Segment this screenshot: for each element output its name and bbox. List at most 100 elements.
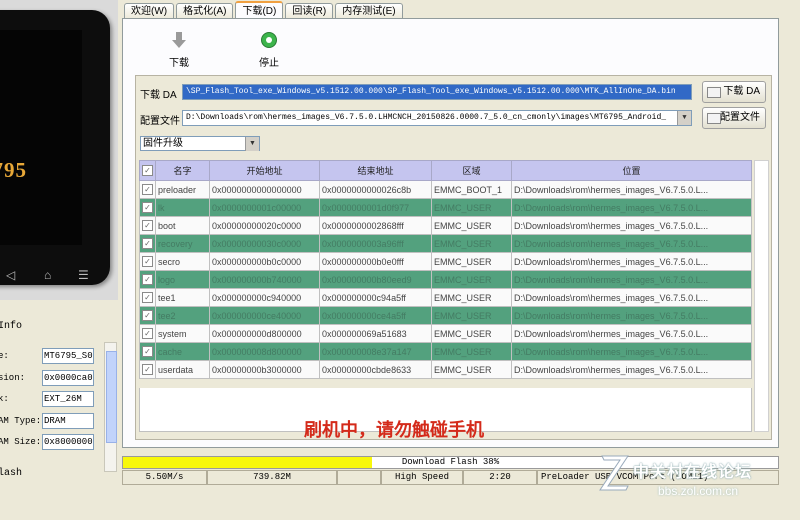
row-checkbox-cell[interactable]: ✓: [139, 198, 156, 217]
column-header[interactable]: 位置: [511, 160, 752, 181]
stop-button[interactable]: 停止: [255, 31, 283, 69]
row-checkbox-cell[interactable]: ✓: [139, 324, 156, 343]
checkbox[interactable]: ✓: [142, 256, 153, 267]
table-scrollbar[interactable]: [754, 160, 769, 432]
scatter-file-dropdown[interactable]: D:\Downloads\rom\hermes_images_V6.7.5.0.…: [182, 110, 692, 126]
status-blank: [337, 470, 381, 485]
phone-image: T6795 ◁ ⌂ ☰: [0, 10, 110, 285]
table-row[interactable]: ✓ preloader 0x0000000000000000 0x0000000…: [139, 180, 752, 199]
partition-name: boot: [155, 216, 210, 235]
row-checkbox-cell[interactable]: ✓: [139, 342, 156, 361]
watermark-text: 中关村在线论坛: [633, 464, 753, 481]
tab-memory-test[interactable]: 内存测试(E): [335, 3, 403, 19]
start-address: 0x00000000020c0000: [209, 216, 320, 235]
location[interactable]: D:\Downloads\rom\hermes_images_V6.7.5.0.…: [511, 216, 752, 235]
phone-chip-label: T6795: [0, 158, 28, 182]
tab-format[interactable]: 格式化(A): [176, 3, 234, 19]
device-info-panel: Info e: MT6795_S00 sion: 0x0000ca00 k: E…: [0, 312, 118, 520]
region: EMMC_USER: [431, 324, 512, 343]
checkbox[interactable]: ✓: [142, 165, 153, 176]
location[interactable]: D:\Downloads\rom\hermes_images_V6.7.5.0.…: [511, 324, 752, 343]
region: EMMC_USER: [431, 252, 512, 271]
location[interactable]: D:\Downloads\rom\hermes_images_V6.7.5.0.…: [511, 198, 752, 217]
folder-icon: [707, 87, 721, 98]
location[interactable]: D:\Downloads\rom\hermes_images_V6.7.5.0.…: [511, 180, 752, 199]
scatter-file-button[interactable]: 配置文件: [702, 107, 766, 129]
download-mode-select[interactable]: 固件升级 ▼: [140, 136, 260, 151]
checkbox[interactable]: ✓: [142, 184, 153, 195]
end-address: 0x000000000ce4a5ff: [319, 306, 432, 325]
checkbox[interactable]: ✓: [142, 238, 153, 249]
menu-softkey-icon: ☰: [78, 268, 89, 282]
table-row[interactable]: ✓ recovery 0x00000000030c0000 0x00000000…: [139, 234, 752, 253]
start-address: 0x000000000b740000: [209, 270, 320, 289]
stop-icon: [261, 32, 277, 48]
row-checkbox-cell[interactable]: ✓: [139, 288, 156, 307]
info-scrollbar-thumb[interactable]: [106, 351, 117, 443]
checkbox[interactable]: ✓: [142, 274, 153, 285]
location[interactable]: D:\Downloads\rom\hermes_images_V6.7.5.0.…: [511, 360, 752, 379]
table-row[interactable]: ✓ cache 0x000000008d800000 0x000000008e3…: [139, 342, 752, 361]
select-all-checkbox[interactable]: ✓: [139, 160, 156, 181]
checkbox[interactable]: ✓: [142, 220, 153, 231]
chevron-down-icon[interactable]: ▼: [245, 137, 259, 151]
partition-name: preloader: [155, 180, 210, 199]
location[interactable]: D:\Downloads\rom\hermes_images_V6.7.5.0.…: [511, 306, 752, 325]
download-button-label: 下载: [169, 58, 189, 69]
row-checkbox-cell[interactable]: ✓: [139, 360, 156, 379]
checkbox[interactable]: ✓: [142, 328, 153, 339]
checkbox[interactable]: ✓: [142, 346, 153, 357]
table-row[interactable]: ✓ secro 0x000000000b0c0000 0x000000000b0…: [139, 252, 752, 271]
table-row[interactable]: ✓ tee1 0x000000000c940000 0x000000000c94…: [139, 288, 752, 307]
start-address: 0x00000000030c0000: [209, 234, 320, 253]
location[interactable]: D:\Downloads\rom\hermes_images_V6.7.5.0.…: [511, 252, 752, 271]
watermark-url: bbs.zol.com.cn: [658, 484, 739, 498]
start-address: 0x000000000c940000: [209, 288, 320, 307]
table-row[interactable]: ✓ tee2 0x000000000ce40000 0x000000000ce4…: [139, 306, 752, 325]
column-header[interactable]: 结束地址: [319, 160, 432, 181]
table-row[interactable]: ✓ boot 0x00000000020c0000 0x000000000286…: [139, 216, 752, 235]
row-checkbox-cell[interactable]: ✓: [139, 180, 156, 199]
column-header[interactable]: 区域: [431, 160, 512, 181]
flashing-warning-text: 刷机中，请勿触碰手机: [304, 420, 484, 440]
folder-icon: [707, 113, 721, 124]
partition-name: system: [155, 324, 210, 343]
region: EMMC_USER: [431, 234, 512, 253]
end-address: 0x0000000002868fff: [319, 216, 432, 235]
download-agent-path-field[interactable]: \SP_Flash_Tool_exe_Windows_v5.1512.00.00…: [182, 84, 692, 100]
checkbox[interactable]: ✓: [142, 292, 153, 303]
start-address: 0x00000000b3000000: [209, 360, 320, 379]
row-checkbox-cell[interactable]: ✓: [139, 306, 156, 325]
location[interactable]: D:\Downloads\rom\hermes_images_V6.7.5.0.…: [511, 342, 752, 361]
column-header[interactable]: 名字: [155, 160, 210, 181]
table-row[interactable]: ✓ system 0x000000000d800000 0x000000069a…: [139, 324, 752, 343]
table-row[interactable]: ✓ lk 0x0000000001c00000 0x0000000001d0f9…: [139, 198, 752, 217]
location[interactable]: D:\Downloads\rom\hermes_images_V6.7.5.0.…: [511, 234, 752, 253]
row-checkbox-cell[interactable]: ✓: [139, 216, 156, 235]
download-button[interactable]: 下载: [167, 31, 191, 69]
region: EMMC_USER: [431, 270, 512, 289]
info-label: k:: [0, 394, 9, 404]
row-checkbox-cell[interactable]: ✓: [139, 234, 156, 253]
location[interactable]: D:\Downloads\rom\hermes_images_V6.7.5.0.…: [511, 288, 752, 307]
info-scrollbar[interactable]: [104, 342, 117, 472]
table-row[interactable]: ✓ logo 0x000000000b740000 0x000000000b80…: [139, 270, 752, 289]
info-value: DRAM: [42, 413, 94, 429]
column-header[interactable]: 开始地址: [209, 160, 320, 181]
tab-readback[interactable]: 回读(R): [285, 3, 334, 19]
table-row[interactable]: ✓ userdata 0x00000000b3000000 0x00000000…: [139, 360, 752, 379]
region: EMMC_BOOT_1: [431, 180, 512, 199]
download-agent-button[interactable]: 下载 DA: [702, 81, 766, 103]
checkbox[interactable]: ✓: [142, 364, 153, 375]
checkbox[interactable]: ✓: [142, 202, 153, 213]
checkbox[interactable]: ✓: [142, 310, 153, 321]
row-checkbox-cell[interactable]: ✓: [139, 270, 156, 289]
partition-name: tee1: [155, 288, 210, 307]
download-arrow-icon: [172, 32, 186, 48]
end-address: 0x0000000000026c8b: [319, 180, 432, 199]
info-value: 0x80000000: [42, 434, 94, 450]
chevron-down-icon[interactable]: ▼: [677, 111, 691, 125]
tab-welcome[interactable]: 欢迎(W): [124, 3, 175, 19]
row-checkbox-cell[interactable]: ✓: [139, 252, 156, 271]
location[interactable]: D:\Downloads\rom\hermes_images_V6.7.5.0.…: [511, 270, 752, 289]
